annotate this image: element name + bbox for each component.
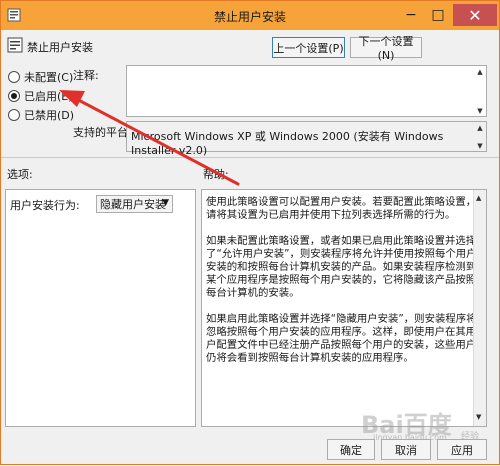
help-panel: 使用此策略设置可以配置用户安装。若要配置此策略设置，请将其设置为已启用并使用下拉… [201, 189, 487, 427]
comment-label: 注释: [73, 69, 99, 82]
title-bar[interactable]: 禁止用户安装 − □ ✕ [1, 1, 499, 30]
minimize-button[interactable]: − [400, 5, 422, 25]
scroll-up-icon[interactable]: ▲ [474, 67, 486, 76]
radio-disabled[interactable]: 已禁用(D) [8, 107, 74, 123]
scroll-up-icon[interactable]: ▲ [474, 123, 486, 132]
section-divider [1, 157, 499, 158]
policy-dialog-window: 禁止用户安装 − □ ✕ 禁止用户安装 上一个设置(P) 下一个设置(N) 未配… [0, 0, 500, 465]
radio-enabled[interactable]: 已启用(E) [8, 88, 73, 104]
options-section-label: 选项: [7, 168, 33, 181]
maximize-button[interactable]: □ [427, 5, 449, 25]
close-button[interactable]: ✕ [453, 4, 497, 26]
radio-not-configured[interactable]: 未配置(C) [8, 69, 73, 85]
radio-not-configured-circle[interactable] [8, 71, 20, 83]
next-setting-button[interactable]: 下一个设置(N) [350, 35, 422, 62]
scroll-down-icon[interactable]: ▼ [474, 141, 486, 150]
scroll-up-icon[interactable]: ▲ [476, 192, 481, 205]
options-panel [5, 189, 196, 427]
help-paragraph-2: 如果未配置此策略设置，或者如果已启用此策略设置并选择了“允许用户安装”，则安装程… [206, 235, 477, 299]
user-install-behavior-label: 用户安装行为: [10, 199, 80, 212]
user-install-behavior-select[interactable]: 隐藏用户安装 ▼ [96, 195, 173, 213]
help-section-label: 帮助: [203, 168, 229, 181]
supported-platforms-box: Microsoft Windows XP 或 Windows 2000 (安装有… [126, 121, 487, 157]
radio-disabled-circle[interactable] [8, 109, 20, 121]
radio-not-configured-label: 未配置(C) [24, 71, 74, 84]
chevron-down-icon: ▼ [162, 198, 169, 208]
comment-textarea[interactable]: ▲ ▼ [126, 65, 487, 117]
selected-value: 隐藏用户安装 [100, 198, 166, 211]
radio-disabled-label: 已禁用(D) [24, 109, 75, 122]
apply-button[interactable]: 应用 [437, 439, 487, 460]
radio-enabled-circle[interactable] [8, 90, 20, 102]
supported-platforms-label: 支持的平台: [73, 126, 132, 139]
supported-platforms-value: Microsoft Windows XP 或 Windows 2000 (安装有… [131, 130, 444, 157]
help-paragraph-1: 使用此策略设置可以配置用户安装。若要配置此策略设置，请将其设置为已启用并使用下拉… [206, 196, 477, 221]
ok-button[interactable]: 确定 [327, 439, 375, 460]
previous-setting-button[interactable]: 上一个设置(P) [272, 37, 345, 58]
cancel-button[interactable]: 取消 [381, 439, 431, 460]
policy-name: 禁止用户安装 [27, 41, 93, 54]
help-scrollbar[interactable]: ▲ ▼ [473, 190, 486, 426]
policy-icon [7, 37, 23, 53]
window-title: 禁止用户安装 [213, 10, 286, 24]
scroll-down-icon[interactable]: ▼ [474, 106, 486, 115]
help-paragraph-3: 如果启用此策略设置并选择“隐藏用户安装”，则安装程序将忽略按照每个用户安装的应用… [206, 313, 477, 364]
radio-enabled-label: 已启用(E) [24, 90, 73, 103]
scroll-down-icon[interactable]: ▼ [476, 411, 481, 424]
